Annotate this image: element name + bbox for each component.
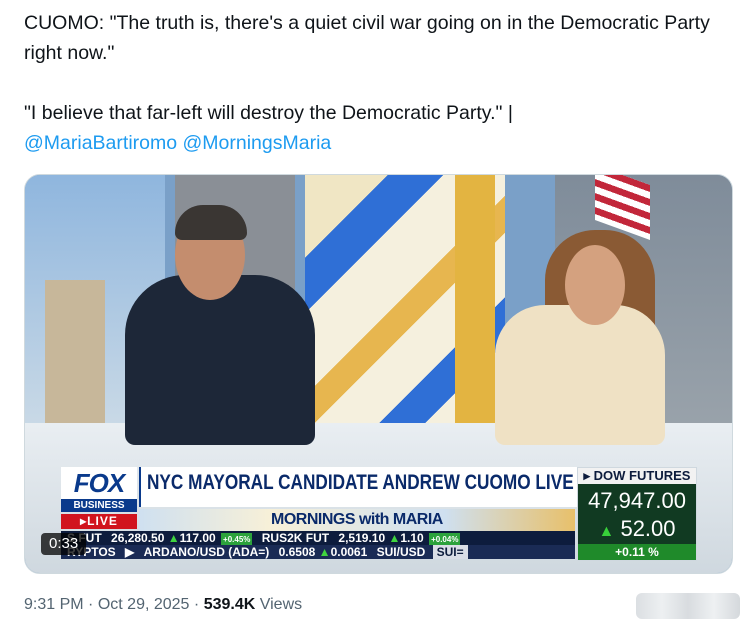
ticker-label: SUI/USD — [376, 545, 426, 559]
blurred-watermark — [636, 593, 740, 619]
tweet-time[interactable]: 9:31 PM · Oct 29, 2025 — [24, 596, 189, 613]
host-head — [565, 245, 625, 325]
guest-body — [125, 275, 315, 445]
dow-title: ▸ DOW FUTURES — [578, 468, 696, 484]
play-arrow-icon: ▶ — [125, 545, 135, 559]
up-arrow-icon: ▲ — [388, 531, 401, 545]
dow-change-value: 52.00 — [620, 516, 676, 541]
video-timestamp: 0:33 — [41, 533, 87, 555]
tweet-quote: "I believe that far-left will destroy th… — [24, 102, 513, 124]
host-body — [495, 305, 665, 445]
fox-business-logo: FOX BUSINESS ▸LIVE — [61, 467, 137, 529]
ticker-label: RUS2K FUT — [261, 531, 330, 545]
time: 9:31 PM — [24, 596, 84, 613]
separator: · — [88, 596, 94, 613]
up-arrow-icon: ▲ — [167, 531, 180, 545]
ticker-change: 0.0061 — [330, 545, 368, 559]
ticker-badge: SUI= — [432, 545, 468, 559]
views-label: Views — [259, 596, 303, 613]
tweet-line-1: CUOMO: "The truth is, there's a quiet ci… — [24, 12, 710, 64]
mention-maria-bartiromo[interactable]: @MariaBartiromo — [24, 132, 177, 154]
ticker-change: 1.10 — [400, 531, 424, 545]
live-label: LIVE — [87, 514, 118, 528]
up-arrow-icon: ▲ — [318, 545, 331, 559]
ticker-value: 2,519.10 — [338, 531, 386, 545]
dow-title-text: DOW FUTURES — [593, 468, 691, 483]
live-badge: ▸LIVE — [61, 514, 137, 529]
separator: · — [193, 596, 200, 613]
ticker-value: 0.6508 — [278, 545, 316, 559]
tweet-meta: 9:31 PM · Oct 29, 2025 · 539.4K Views — [24, 596, 302, 614]
ticker-row-2: RYPTOS ▶ ARDANO/USD (ADA=) 0.6508 ▲0.006… — [61, 545, 575, 559]
ticker-row-1: S FUT 26,280.50 ▲117.00 +0.45% RUS2K FUT… — [61, 531, 575, 545]
dow-change: ▲ 52.00 — [578, 516, 696, 542]
video-player[interactable]: FOX BUSINESS ▸LIVE NYC MAYORAL CANDIDATE… — [24, 174, 733, 574]
up-arrow-icon: ▲ — [598, 523, 615, 540]
ticker-pct: +0.45% — [221, 533, 253, 545]
dow-value: 47,947.00 — [588, 488, 686, 513]
backdrop-building — [45, 280, 105, 425]
views-count: 539.4K — [203, 596, 256, 613]
backdrop-pillar — [455, 175, 495, 425]
tweet-text: CUOMO: "The truth is, there's a quiet ci… — [24, 8, 740, 158]
dow-futures-box: ▸ DOW FUTURES 47,947.00 ▲ 52.00 +0.11 % — [577, 467, 697, 561]
show-title-bar: MORNINGS with MARIA — [139, 509, 575, 531]
ticker-pct: +0.04% — [429, 533, 461, 545]
guest-hair — [175, 205, 247, 240]
play-arrow-icon: ▸ — [583, 468, 594, 483]
ticker-label: ARDANO/USD (ADA=) — [143, 545, 270, 559]
tweet-line-2: "I believe that far-left will destroy th… — [24, 98, 740, 158]
ticker-value: 26,280.50 — [111, 531, 165, 545]
date: Oct 29, 2025 — [97, 596, 190, 613]
mention-mornings-maria[interactable]: @MorningsMaria — [183, 132, 332, 154]
chyron-headline: NYC MAYORAL CANDIDATE ANDREW CUOMO LIVE … — [139, 467, 654, 507]
logo-business: BUSINESS — [61, 499, 137, 512]
show-title: MORNINGS with MARIA — [271, 511, 443, 528]
dow-pct: +0.11 % — [578, 544, 696, 560]
logo-fox: FOX — [61, 467, 137, 499]
ticker-change: 117.00 — [179, 531, 216, 545]
